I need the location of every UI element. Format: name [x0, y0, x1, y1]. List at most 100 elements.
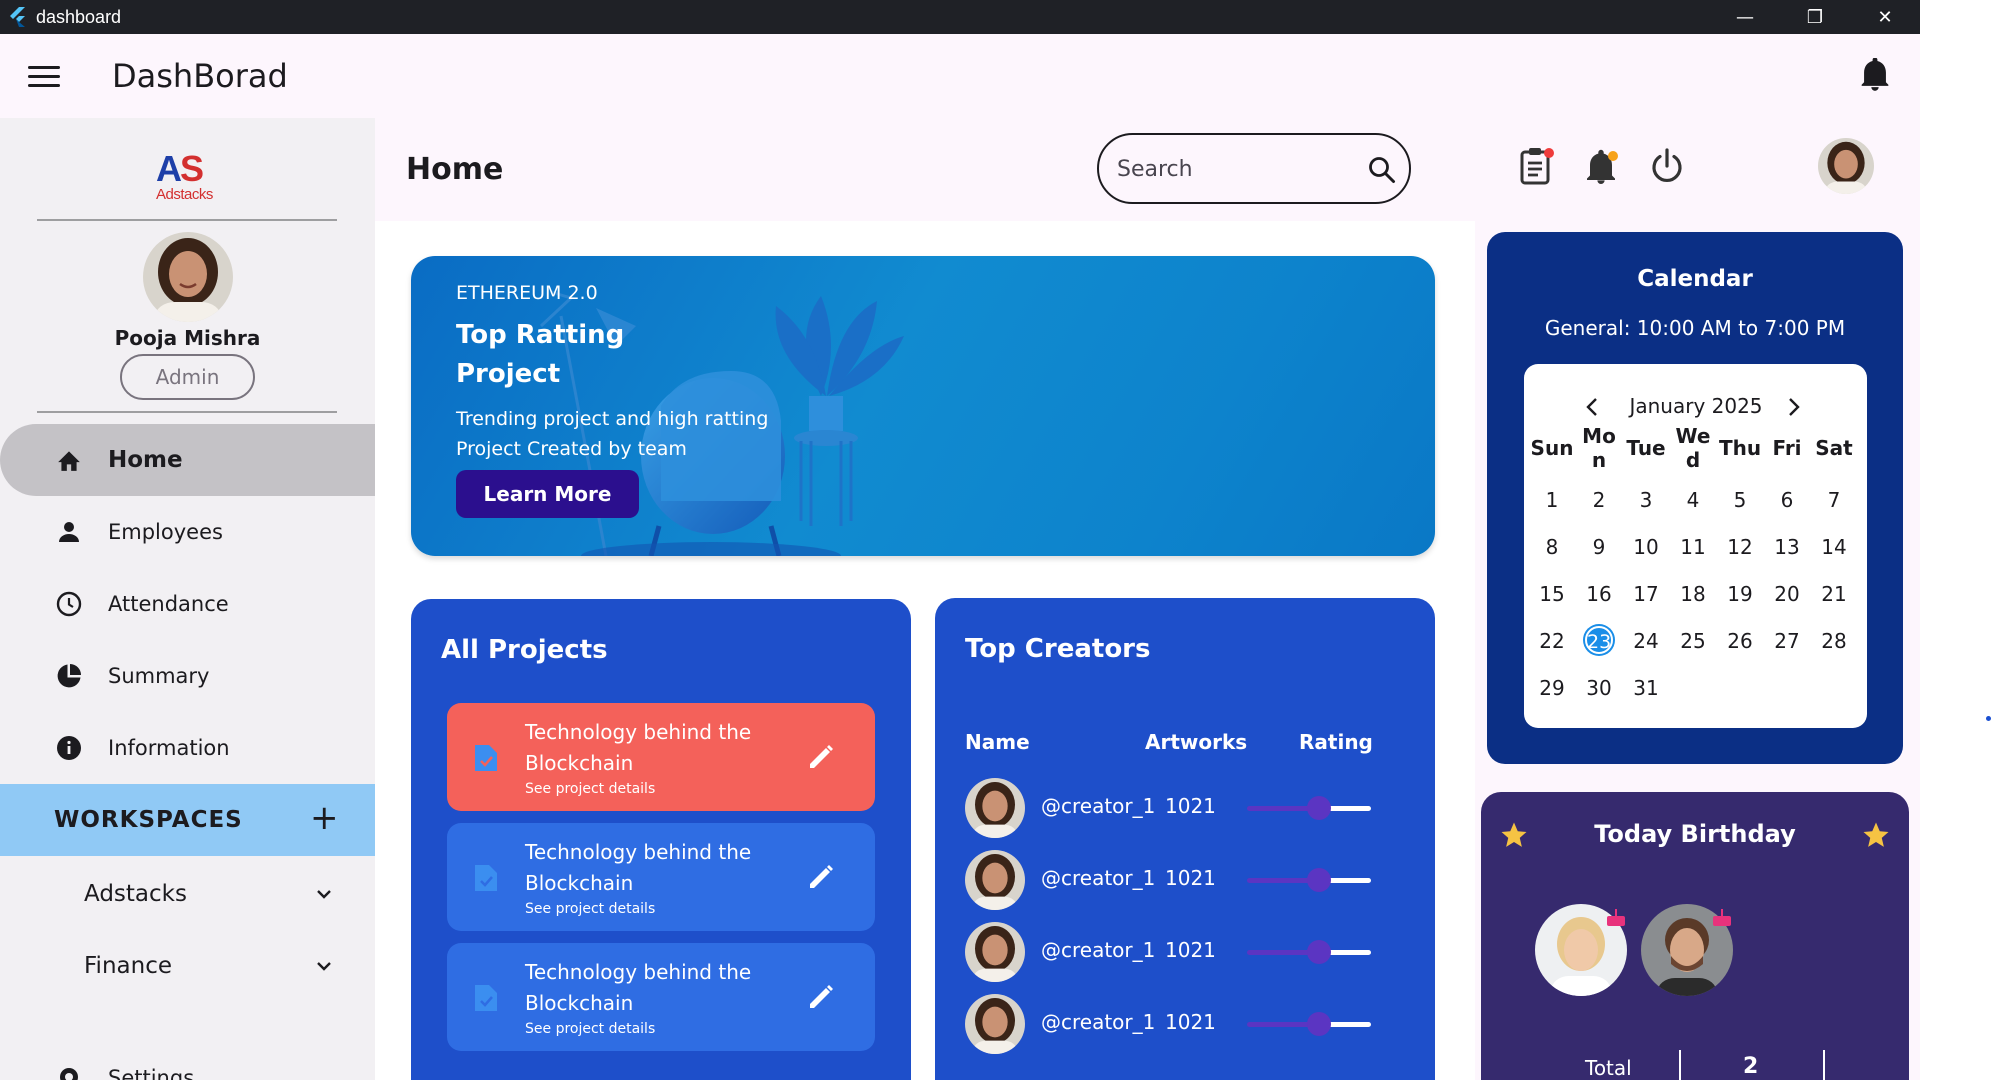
calendar-day[interactable]: 21 [1814, 574, 1854, 614]
learn-more-button[interactable]: Learn More [456, 470, 639, 518]
calendar-day[interactable]: 31 [1626, 668, 1666, 708]
calendar-day[interactable]: 2 [1579, 480, 1619, 520]
calendar-day[interactable]: 7 [1814, 480, 1854, 520]
workspace-item-finance[interactable]: Finance [0, 930, 375, 1002]
sidebar-item-summary[interactable]: Summary [0, 640, 375, 712]
calendar-day[interactable]: 12 [1720, 527, 1760, 567]
calendar-day[interactable]: 8 [1532, 527, 1572, 567]
weekday-label: Fri [1772, 436, 1802, 460]
project-card[interactable]: Technology behind the Blockchain See pro… [447, 943, 875, 1051]
calendar-day[interactable]: 16 [1579, 574, 1619, 614]
divider [1679, 1050, 1681, 1080]
maximize-button[interactable]: ❐ [1780, 0, 1850, 34]
calendar-day[interactable]: 30 [1579, 668, 1619, 708]
slider-thumb[interactable] [1307, 796, 1331, 820]
gear-icon[interactable] [56, 1064, 82, 1080]
calendar-day-number: 14 [1821, 535, 1847, 559]
calendar-day[interactable]: 22 [1532, 621, 1572, 661]
calendar-day[interactable]: 17 [1626, 574, 1666, 614]
clipboard-icon[interactable] [1518, 146, 1556, 186]
slider-thumb[interactable] [1307, 1012, 1331, 1036]
cake-icon [1605, 906, 1627, 928]
column-header-rating: Rating [1299, 730, 1373, 754]
edit-icon[interactable] [805, 741, 837, 773]
notification-bell-icon[interactable] [1584, 146, 1622, 186]
rating-slider[interactable] [1247, 1012, 1371, 1036]
calendar-day[interactable]: 15 [1532, 574, 1572, 614]
settings-label[interactable]: Settings [108, 1066, 194, 1080]
search-icon[interactable] [1367, 155, 1397, 185]
bell-icon[interactable] [1860, 57, 1890, 92]
adstacks-logo: AS Adstacks [156, 148, 218, 203]
slider-thumb[interactable] [1307, 940, 1331, 964]
workspace-item-adstacks[interactable]: Adstacks [0, 858, 375, 930]
calendar-day-number: 25 [1680, 629, 1706, 653]
sidebar-item-information[interactable]: Information [0, 712, 375, 784]
calendar-day[interactable]: 10 [1626, 527, 1666, 567]
all-projects-card: All Projects Technology behind the Block… [411, 599, 911, 1080]
calendar-day[interactable]: 5 [1720, 480, 1760, 520]
calendar-day-number: 28 [1821, 629, 1847, 653]
calendar-day[interactable]: 14 [1814, 527, 1854, 567]
edit-icon[interactable] [805, 861, 837, 893]
calendar-day[interactable]: 9 [1579, 527, 1619, 567]
search-input[interactable] [1117, 151, 1347, 187]
rating-slider[interactable] [1247, 940, 1371, 964]
menu-icon[interactable] [28, 65, 60, 87]
minimize-button[interactable]: — [1710, 0, 1780, 34]
column-header-artworks: Artworks [1145, 730, 1248, 754]
sidebar-item-label: Home [108, 447, 183, 473]
chevron-right-icon[interactable] [1786, 396, 1802, 418]
calendar-day-number: 24 [1633, 629, 1659, 653]
calendar-day[interactable]: 1 [1532, 480, 1572, 520]
calendar-day[interactable]: 25 [1673, 621, 1713, 661]
calendar-day-number: 27 [1774, 629, 1800, 653]
creator-avatar [965, 850, 1025, 910]
calendar-day-number: 20 [1774, 582, 1800, 606]
chevron-left-icon[interactable] [1584, 396, 1600, 418]
sidebar-item-employees[interactable]: Employees [0, 496, 375, 568]
calendar-day[interactable]: 4 [1673, 480, 1713, 520]
edit-icon[interactable] [805, 981, 837, 1013]
person-icon [56, 519, 82, 545]
calendar-day-today[interactable]: 23 [1579, 621, 1619, 661]
calendar-day[interactable]: 29 [1532, 668, 1572, 708]
profile-name: Pooja Mishra [114, 326, 261, 350]
calendar-day[interactable]: 3 [1626, 480, 1666, 520]
calendar-day[interactable]: 6 [1767, 480, 1807, 520]
sidebar-item-home[interactable]: Home [0, 424, 375, 496]
sidebar-item-label: Attendance [108, 592, 229, 616]
banner-description: Trending project and high ratting Projec… [456, 408, 769, 460]
rating-slider[interactable] [1247, 796, 1371, 820]
chevron-down-icon[interactable] [314, 956, 334, 976]
user-avatar[interactable] [1818, 138, 1874, 194]
power-icon[interactable] [1648, 146, 1686, 186]
project-card[interactable]: Technology behind the Blockchain See pro… [447, 823, 875, 931]
divider [37, 219, 337, 221]
calendar-day[interactable]: 28 [1814, 621, 1854, 661]
calendar-day[interactable]: 18 [1673, 574, 1713, 614]
calendar-day-number: 18 [1680, 582, 1706, 606]
birthday-title: Today Birthday [1594, 820, 1796, 848]
sidebar-item-attendance[interactable]: Attendance [0, 568, 375, 640]
calendar-day[interactable]: 20 [1767, 574, 1807, 614]
sidebar-item-label: Employees [108, 520, 223, 544]
calendar-day[interactable]: 19 [1720, 574, 1760, 614]
close-button[interactable]: ✕ [1850, 0, 1920, 34]
profile-avatar[interactable] [143, 232, 233, 322]
calendar-day[interactable]: 11 [1673, 527, 1713, 567]
rating-slider[interactable] [1247, 868, 1371, 892]
add-workspace-button[interactable]: + [310, 800, 339, 836]
weekday-label: Mo n [1582, 424, 1616, 472]
calendar-day[interactable]: 24 [1626, 621, 1666, 661]
chevron-down-icon[interactable] [314, 884, 334, 904]
calendar-day[interactable]: 27 [1767, 621, 1807, 661]
project-card[interactable]: Technology behind the Blockchain See pro… [447, 703, 875, 811]
calendar-day[interactable]: 13 [1767, 527, 1807, 567]
cake-icon [1711, 906, 1733, 928]
weekday-label: We d [1675, 424, 1711, 472]
slider-thumb[interactable] [1307, 868, 1331, 892]
calendar-day[interactable]: 26 [1720, 621, 1760, 661]
creator-handle: @creator_1 [1041, 1010, 1156, 1034]
role-button[interactable]: Admin [120, 354, 255, 400]
